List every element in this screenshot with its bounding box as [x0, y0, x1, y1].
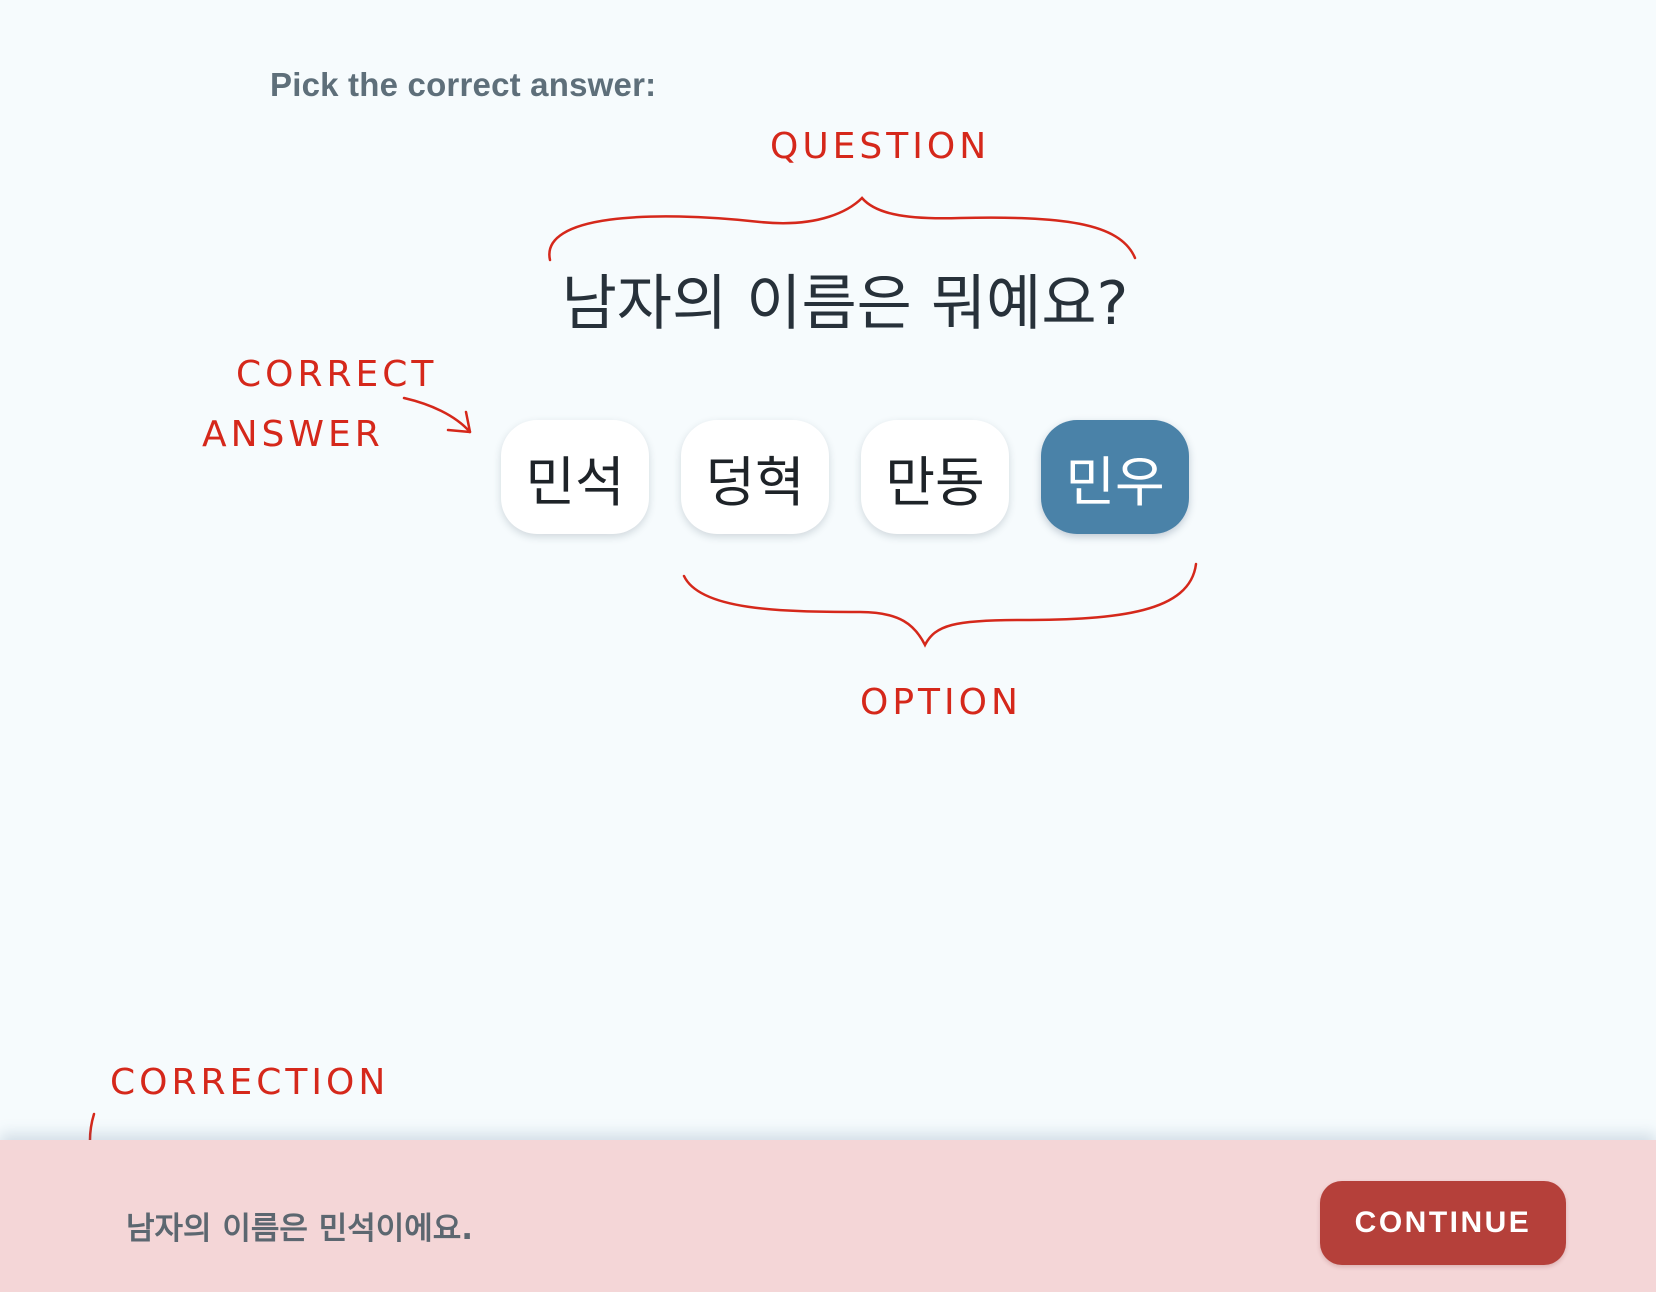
annotation-correct-label-line1: CORRECT — [236, 354, 437, 395]
continue-button[interactable]: CONTINUE — [1320, 1181, 1566, 1265]
annotation-question-brace — [548, 196, 1137, 262]
handwritten-annotations: QUESTION CORRECT ANSWER OPTION CORRECTIO… — [88, 126, 1198, 1194]
option-4-selected[interactable]: 민우 — [1041, 420, 1189, 534]
annotation-question-label: QUESTION — [770, 126, 990, 167]
annotation-correct-arrowhead — [446, 410, 472, 434]
correction-text: 남자의 이름은 민석이에요. — [126, 1211, 474, 1247]
options-row: 민석 덩혁 만동 민우 — [501, 420, 1189, 534]
question-text: 남자의 이름은 뭐예요? — [561, 269, 1129, 339]
option-2[interactable]: 덩혁 — [681, 420, 829, 534]
annotation-option-brace — [682, 562, 1198, 648]
option-3[interactable]: 만동 — [861, 420, 1009, 534]
annotation-option-label: OPTION — [860, 682, 1022, 723]
annotation-correct-arrow — [402, 396, 472, 434]
option-1[interactable]: 민석 — [501, 420, 649, 534]
annotation-correction-label: CORRECTION — [110, 1062, 389, 1103]
annotation-correct-label-line2: ANSWER — [202, 414, 384, 455]
instruction-text: Pick the correct answer: — [270, 66, 657, 103]
